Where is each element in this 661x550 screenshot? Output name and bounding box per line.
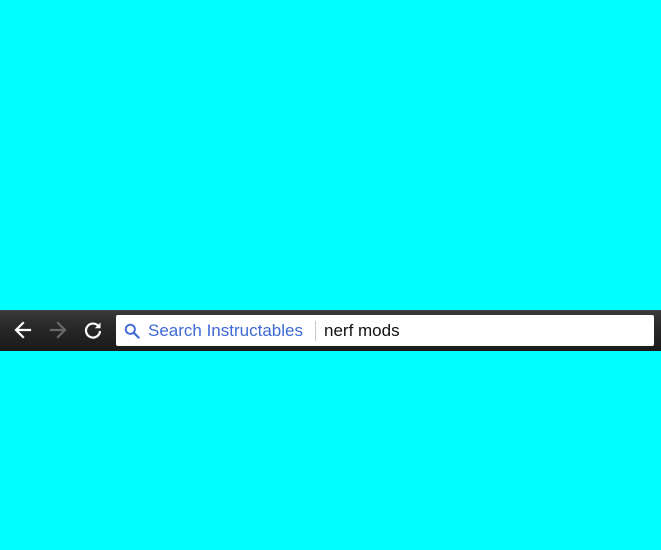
reload-icon (84, 322, 102, 339)
search-query-input[interactable] (324, 315, 644, 346)
reload-button[interactable] (81, 318, 105, 342)
search-keyword-label: Search Instructables (148, 321, 303, 340)
page-content-area (0, 0, 661, 550)
omnibox[interactable]: Search Instructables (116, 315, 654, 346)
search-icon (124, 323, 140, 339)
arrow-left-icon (14, 321, 32, 339)
forward-button[interactable] (46, 318, 70, 342)
arrow-right-icon (49, 321, 67, 339)
back-button[interactable] (11, 318, 35, 342)
omnibox-divider (315, 321, 316, 341)
